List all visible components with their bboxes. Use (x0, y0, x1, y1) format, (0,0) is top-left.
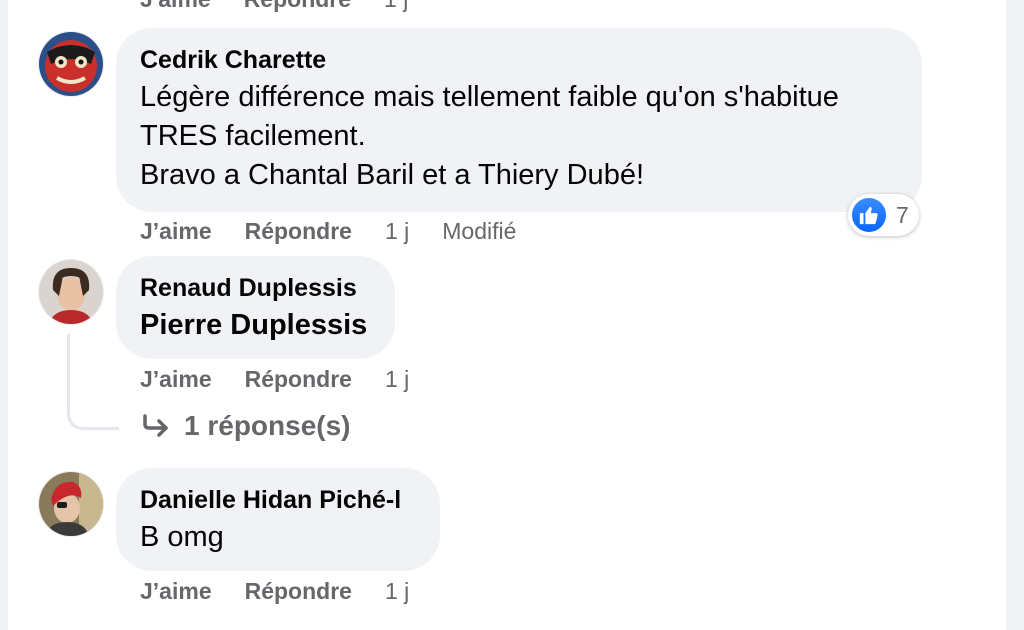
comment-bubble: Renaud Duplessis Pierre Duplessis (116, 256, 395, 359)
comment-author[interactable]: Danielle Hidan Piché-l (140, 484, 416, 516)
avatar-image (39, 32, 103, 96)
avatar-image (39, 472, 103, 536)
timestamp[interactable]: 1 j (385, 578, 409, 605)
reply-action[interactable]: Répondre (244, 0, 351, 13)
comment-actions: J’aime Répondre 1 j Modifié (140, 218, 516, 245)
comment-actions: J’aime Répondre 1 j (140, 578, 409, 605)
like-action[interactable]: J’aime (140, 218, 212, 245)
comment-bubble: Cedrik Charette Légère différence mais t… (116, 28, 922, 212)
like-action[interactable]: J’aime (140, 578, 212, 605)
like-action[interactable]: J’aime (140, 366, 212, 393)
avatar[interactable] (39, 32, 103, 96)
comment-actions: J’aime Répondre 1 j (140, 366, 409, 393)
reaction-count: 7 (896, 201, 909, 228)
reply-action[interactable]: Répondre (245, 218, 352, 245)
avatar-image (39, 260, 103, 324)
like-action[interactable]: J'aime (140, 0, 211, 13)
view-replies-link[interactable]: 1 réponse(s) (142, 410, 351, 442)
comment-author[interactable]: Cedrik Charette (140, 44, 898, 76)
comment-text: Pierre Duplessis (140, 309, 368, 341)
comment-bubble: Danielle Hidan Piché-l B omg (116, 468, 440, 571)
replies-count-label[interactable]: 1 réponse(s) (184, 410, 351, 442)
comment-author[interactable]: Renaud Duplessis (140, 272, 371, 304)
edited-label: Modifié (442, 218, 517, 244)
timestamp[interactable]: 1 j (385, 218, 409, 245)
timestamp[interactable]: 1 j (385, 366, 409, 393)
previous-comment-actions: J'aime Répondre 1 j (140, 0, 408, 13)
comment-text: Légère différence mais tellement faible … (140, 81, 839, 191)
comment-text: B omg (140, 521, 224, 553)
reply-action[interactable]: Répondre (245, 578, 352, 605)
reply-action[interactable]: Répondre (245, 366, 352, 393)
reply-arrow-icon (143, 414, 168, 437)
reaction-summary[interactable]: 7 (848, 194, 919, 236)
avatar[interactable] (39, 472, 103, 536)
thread-connector (67, 334, 119, 430)
avatar[interactable] (39, 260, 103, 324)
timestamp[interactable]: 1 j (384, 0, 408, 13)
thumbs-up-icon (850, 196, 888, 234)
